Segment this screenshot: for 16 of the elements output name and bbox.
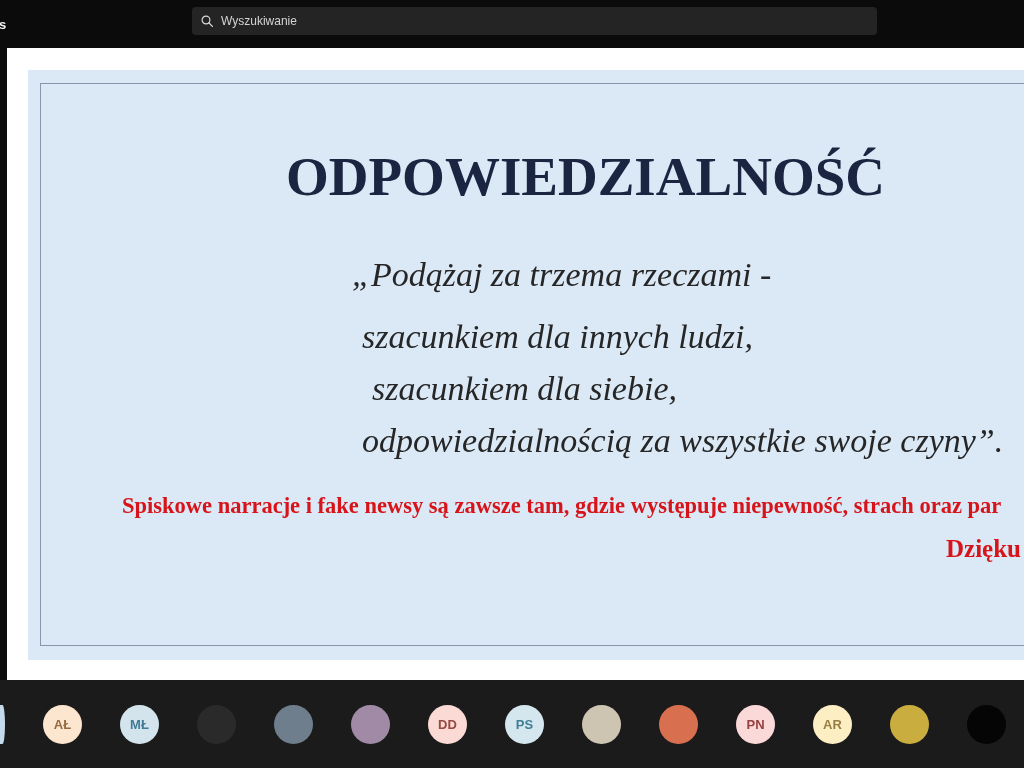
quote-line: szacunkiem dla innych ludzi, (361, 317, 754, 357)
quote-line: szacunkiem dla siebie, (371, 369, 678, 409)
closing-text: Dzięku (946, 534, 1022, 564)
slide-note: Spiskowe narracje i fake newsy są zawsze tam, gdzie występuje niepewność, strach oraz par (122, 492, 1002, 520)
participant-avatar: PS (505, 704, 544, 744)
slide-title: ODPOWIEDZIALNOŚĆ (285, 145, 886, 209)
participant-avatar: MŁ (120, 704, 159, 744)
app-title: s (0, 16, 7, 32)
participant-avatar: AŁ (43, 704, 82, 744)
quote-line: odpowiedzialnością za wszystkie swoje czyny”. (361, 421, 1005, 461)
search-field[interactable]: Wyszukiwanie (192, 7, 877, 35)
quote-line: „Podążaj za trzema rzeczami - (352, 255, 773, 295)
participant-avatar: PN (736, 704, 775, 744)
participant-avatar: DD (428, 704, 467, 744)
search-icon (201, 15, 213, 27)
participant-avatar: AR (813, 704, 852, 744)
